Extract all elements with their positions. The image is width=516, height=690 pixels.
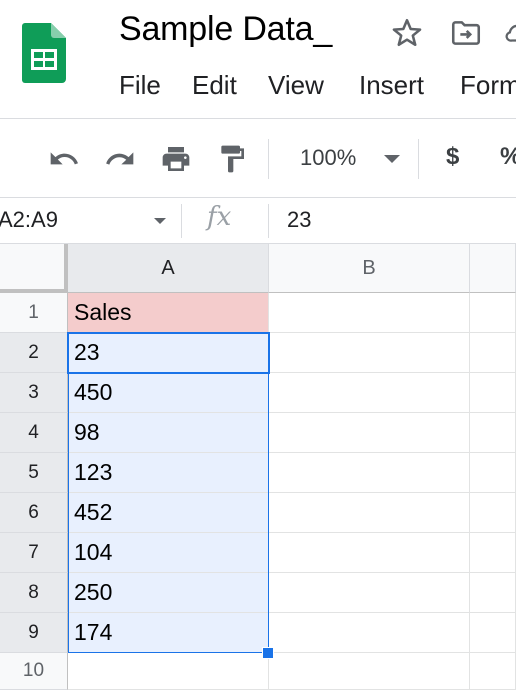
chevron-down-icon[interactable] xyxy=(384,155,400,163)
cell-a6[interactable]: 452 xyxy=(68,493,269,533)
menu-insert[interactable]: Insert xyxy=(359,70,424,101)
formula-bar: A2:A9 fx 23 xyxy=(0,198,516,244)
toolbar: 100% $ % xyxy=(0,118,516,198)
row-header-4[interactable]: 4 xyxy=(0,413,68,453)
cloud-status-icon[interactable] xyxy=(503,18,516,48)
cell-b2[interactable] xyxy=(269,333,470,373)
formula-separator xyxy=(181,204,182,238)
cell-a5[interactable]: 123 xyxy=(68,453,269,493)
row-header-8[interactable]: 8 xyxy=(0,573,68,613)
toolbar-separator xyxy=(268,139,269,179)
menu-format[interactable]: Form xyxy=(460,70,516,101)
format-currency-button[interactable]: $ xyxy=(446,143,459,171)
formula-separator xyxy=(268,204,269,238)
row-header-2[interactable]: 2 xyxy=(0,333,68,373)
row-header-6[interactable]: 6 xyxy=(0,493,68,533)
column-header-c[interactable] xyxy=(470,244,516,293)
print-icon[interactable] xyxy=(158,143,194,175)
cell-b9[interactable] xyxy=(269,613,470,653)
row-header-10[interactable]: 10 xyxy=(0,653,68,690)
cell-c6[interactable] xyxy=(470,493,516,533)
cell-c3[interactable] xyxy=(470,373,516,413)
cell-a7[interactable]: 104 xyxy=(68,533,269,573)
chevron-down-icon[interactable] xyxy=(154,218,166,224)
cell-b6[interactable] xyxy=(269,493,470,533)
menu-view[interactable]: View xyxy=(268,70,324,101)
cell-a1[interactable]: Sales xyxy=(68,293,269,333)
cell-c8[interactable] xyxy=(470,573,516,613)
cell-b3[interactable] xyxy=(269,373,470,413)
cell-b7[interactable] xyxy=(269,533,470,573)
document-title[interactable]: Sample Data_ xyxy=(119,10,332,49)
name-box[interactable]: A2:A9 xyxy=(0,207,58,233)
cell-c9[interactable] xyxy=(470,613,516,653)
row-header-3[interactable]: 3 xyxy=(0,373,68,413)
cell-b1[interactable] xyxy=(269,293,470,333)
cell-a4[interactable]: 98 xyxy=(68,413,269,453)
cell-c7[interactable] xyxy=(470,533,516,573)
undo-icon[interactable] xyxy=(46,143,82,175)
redo-icon[interactable] xyxy=(102,143,138,175)
cell-b5[interactable] xyxy=(269,453,470,493)
cell-c1[interactable] xyxy=(470,293,516,333)
menu-file[interactable]: File xyxy=(119,70,161,101)
cell-a2[interactable]: 23 xyxy=(68,333,269,373)
fill-handle[interactable] xyxy=(262,647,274,659)
column-header-b[interactable]: B xyxy=(269,244,470,293)
menu-bar: File Edit View Insert Form xyxy=(0,70,516,106)
toolbar-separator xyxy=(418,139,419,179)
cell-b10[interactable] xyxy=(269,653,470,690)
cell-b8[interactable] xyxy=(269,573,470,613)
move-to-folder-icon[interactable] xyxy=(449,16,483,50)
spreadsheet-grid: A B 1 Sales 2 23 3 450 4 98 5 123 6 452 … xyxy=(0,244,516,690)
select-all-corner[interactable] xyxy=(0,244,68,293)
cell-c4[interactable] xyxy=(470,413,516,453)
star-icon[interactable] xyxy=(390,16,424,50)
cell-a3[interactable]: 450 xyxy=(68,373,269,413)
menu-edit[interactable]: Edit xyxy=(192,70,237,101)
zoom-select[interactable]: 100% xyxy=(300,145,356,171)
cell-b4[interactable] xyxy=(269,413,470,453)
paint-format-icon[interactable] xyxy=(214,143,250,175)
fx-icon: fx xyxy=(207,202,232,232)
cell-a10[interactable] xyxy=(68,653,269,690)
row-header-7[interactable]: 7 xyxy=(0,533,68,573)
format-percent-button[interactable]: % xyxy=(500,143,516,171)
column-header-a[interactable]: A xyxy=(68,244,269,293)
row-header-5[interactable]: 5 xyxy=(0,453,68,493)
row-header-9[interactable]: 9 xyxy=(0,613,68,653)
row-header-1[interactable]: 1 xyxy=(0,293,68,333)
cell-a8[interactable]: 250 xyxy=(68,573,269,613)
cell-c2[interactable] xyxy=(470,333,516,373)
cell-a9[interactable]: 174 xyxy=(68,613,269,653)
cell-c5[interactable] xyxy=(470,453,516,493)
formula-input[interactable]: 23 xyxy=(287,207,311,233)
cell-c10[interactable] xyxy=(470,653,516,690)
title-area: Sample Data_ File Edit View Insert Form xyxy=(0,0,516,118)
